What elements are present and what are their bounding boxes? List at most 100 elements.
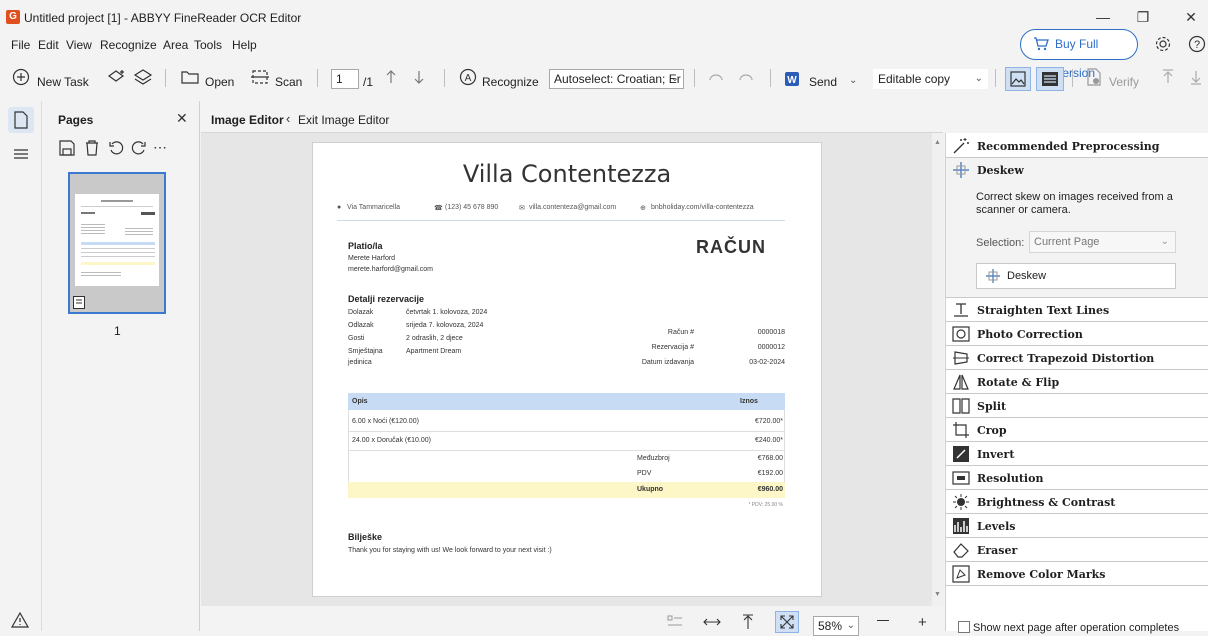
zoom-dropdown[interactable]: 58% ⌄ <box>813 616 859 636</box>
fit-width-icon[interactable] <box>703 614 721 630</box>
menu-help[interactable]: Help <box>232 38 257 52</box>
tool-crop[interactable]: Crop <box>946 418 1208 442</box>
more-options-icon[interactable]: ⋯ <box>153 139 167 156</box>
delete-trash-icon[interactable] <box>84 140 100 156</box>
zoom-out-icon[interactable] <box>877 620 889 621</box>
show-next-page-checkbox[interactable] <box>958 621 970 633</box>
tool-split[interactable]: Split <box>946 394 1208 418</box>
next-error-icon[interactable] <box>1189 68 1203 86</box>
pages-rail-button[interactable] <box>8 107 34 133</box>
layers-icon[interactable] <box>133 68 153 86</box>
platio-email: merete.harford@gmail.com <box>348 266 433 273</box>
document-title: Villa Contentezza <box>462 160 672 188</box>
menu-area[interactable]: Area <box>163 38 188 52</box>
word-send-icon[interactable]: W <box>784 70 802 88</box>
rotate-flip-icon <box>952 373 970 391</box>
scan-icon[interactable] <box>250 68 270 86</box>
chevron-down-icon: ⌄ <box>1160 236 1169 247</box>
page-thumbnail[interactable] <box>68 172 166 314</box>
undo-icon[interactable] <box>707 68 725 86</box>
back-chevron-icon[interactable]: ‹ <box>286 111 290 126</box>
recognize-button[interactable]: Recognize <box>482 75 539 89</box>
canvas-scrollbar[interactable]: ▲ ▼ <box>932 133 944 606</box>
arrow-down-icon[interactable] <box>412 68 426 86</box>
menu-file[interactable]: File <box>11 38 30 52</box>
fit-height-icon[interactable] <box>741 614 755 630</box>
chevron-down-icon: ⌄ <box>670 73 679 84</box>
tool-levels[interactable]: Levels <box>946 514 1208 538</box>
scroll-up-arrow-icon[interactable]: ▲ <box>934 139 941 146</box>
verify-icon[interactable] <box>1085 68 1103 86</box>
image-canvas[interactable]: Villa Contentezza ● Via Tammaricella ☎ (… <box>201 133 932 606</box>
send-chevron-down-icon[interactable]: ⌄ <box>849 75 857 86</box>
recognize-icon[interactable]: A <box>459 68 477 86</box>
page-number-input[interactable]: 1 <box>331 69 359 89</box>
close-pages-panel-icon[interactable]: ✕ <box>176 110 188 127</box>
menu-recognize[interactable]: Recognize <box>100 38 157 52</box>
canvas-bottom-bar: 58% ⌄ + <box>201 606 945 636</box>
tool-label: Split <box>977 400 1007 413</box>
language-dropdown[interactable]: Autoselect: Croatian; Er ⌄ <box>549 69 684 89</box>
tool-rotate-flip[interactable]: Rotate & Flip <box>946 370 1208 394</box>
minimize-button[interactable]: — <box>1088 6 1118 28</box>
tool-photo-correction[interactable]: Photo Correction <box>946 322 1208 346</box>
toolbar-separator <box>444 69 445 87</box>
zoom-in-icon[interactable]: + <box>918 614 927 631</box>
warning-icon[interactable] <box>11 612 29 628</box>
arrow-up-icon[interactable] <box>384 68 398 86</box>
new-task-plus-icon[interactable] <box>12 68 30 86</box>
send-button[interactable]: Send <box>809 75 837 89</box>
open-folder-icon[interactable] <box>181 68 199 86</box>
save-icon[interactable] <box>59 140 75 156</box>
meta-label: Račun # <box>667 329 694 336</box>
tool-label: Invert <box>977 448 1015 461</box>
tool-brightness-contrast[interactable]: Brightness & Contrast <box>946 490 1208 514</box>
new-task-button[interactable]: New Task <box>37 75 89 89</box>
copy-mode-dropdown[interactable]: Editable copy ⌄ <box>873 69 988 89</box>
rotate-left-icon[interactable] <box>108 140 124 156</box>
image-view-toggle[interactable] <box>1005 67 1031 91</box>
text-view-toggle[interactable] <box>1036 67 1064 91</box>
notes-text: Thank you for staying with us! We look f… <box>348 547 552 554</box>
fit-page-toggle[interactable] <box>775 611 799 633</box>
tool-invert[interactable]: Invert <box>946 442 1208 466</box>
scroll-down-arrow-icon[interactable]: ▼ <box>934 591 941 598</box>
page-layout-icon[interactable] <box>667 614 683 630</box>
help-icon[interactable]: ? <box>1188 35 1206 53</box>
tool-label: Crop <box>977 424 1007 437</box>
table-row-iznos: €240.00* <box>754 437 783 444</box>
tool-remove-color-marks[interactable]: Remove Color Marks <box>946 562 1208 586</box>
menu-tools[interactable]: Tools <box>194 38 222 52</box>
buy-full-version-button[interactable]: Buy Full Version <box>1020 29 1138 80</box>
restore-button[interactable]: ❐ <box>1128 6 1158 28</box>
recommended-preprocessing-item[interactable]: Recommended Preprocessing <box>946 134 1208 158</box>
settings-gear-icon[interactable] <box>1154 35 1172 53</box>
scan-button[interactable]: Scan <box>275 75 302 89</box>
total-label: Ukupno <box>637 486 664 493</box>
menu-view[interactable]: View <box>66 38 92 52</box>
title-bar: G Untitled project [1] - ABBYY FineReade… <box>0 0 1208 32</box>
exit-image-editor-link[interactable]: Exit Image Editor <box>298 113 389 127</box>
deskew-button-icon <box>985 268 1001 284</box>
list-icon[interactable] <box>13 147 29 161</box>
redo-icon[interactable] <box>737 68 755 86</box>
tool-label: Eraser <box>977 544 1018 557</box>
thumbnail-page-number: 1 <box>114 324 121 338</box>
previous-error-icon[interactable] <box>1161 68 1175 86</box>
selection-dropdown[interactable]: Current Page ⌄ <box>1029 231 1176 253</box>
tool-straighten-text-lines[interactable]: Straighten Text Lines <box>946 298 1208 322</box>
toolbar-separator <box>165 69 166 87</box>
tool-correct-trapezoid-distortion[interactable]: Correct Trapezoid Distortion <box>946 346 1208 370</box>
close-window-button[interactable]: ✕ <box>1176 6 1206 28</box>
menu-edit[interactable]: Edit <box>38 38 59 52</box>
deskew-item[interactable]: Deskew <box>946 158 1208 182</box>
rotate-right-icon[interactable] <box>131 140 147 156</box>
open-button[interactable]: Open <box>205 75 234 89</box>
detail-value: srijeda 7. kolovoza, 2024 <box>406 322 484 329</box>
tool-label: Resolution <box>977 472 1044 485</box>
deskew-apply-button[interactable]: Deskew <box>976 263 1176 289</box>
layers-add-icon[interactable] <box>107 68 127 86</box>
verify-button[interactable]: Verify <box>1109 75 1139 89</box>
tool-eraser[interactable]: Eraser <box>946 538 1208 562</box>
tool-resolution[interactable]: Resolution <box>946 466 1208 490</box>
